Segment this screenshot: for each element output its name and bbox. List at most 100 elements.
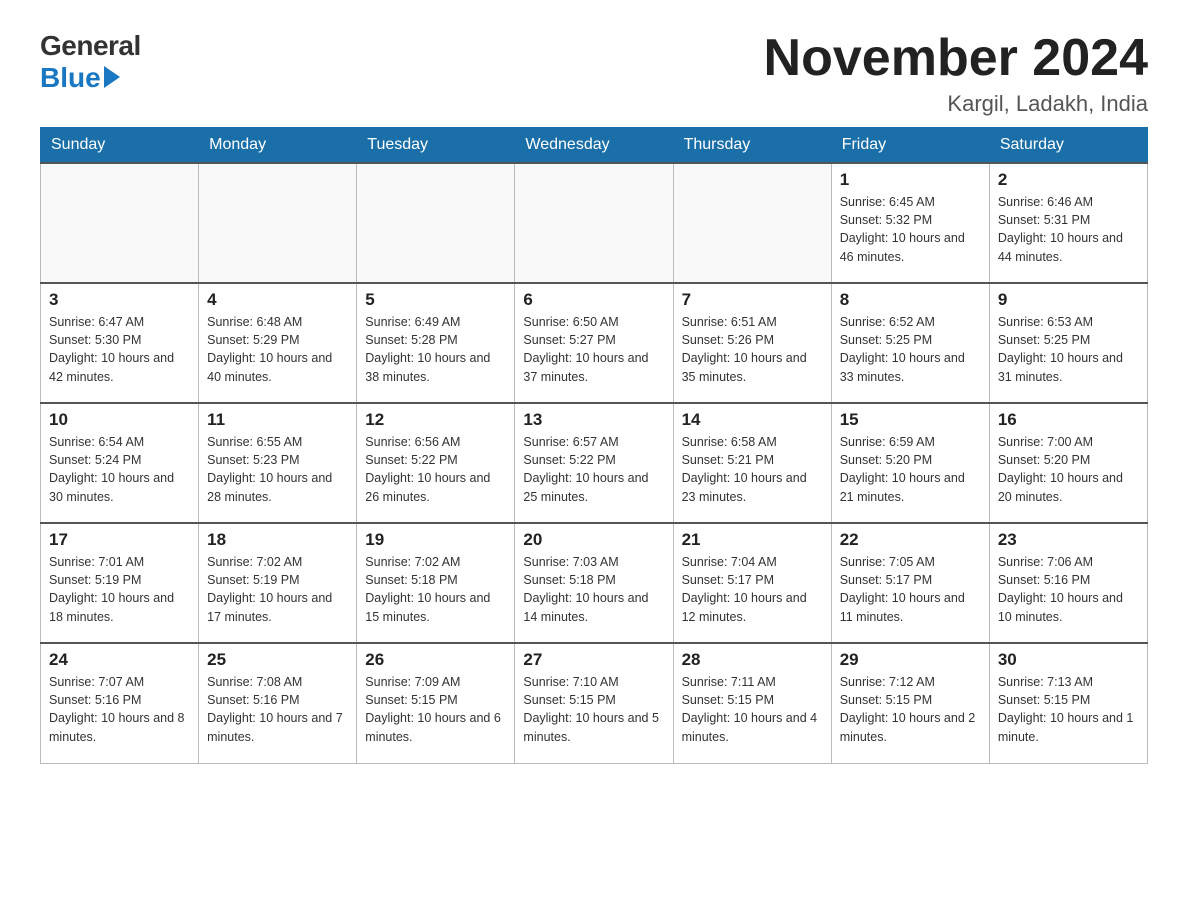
- calendar-cell: 12 Sunrise: 6:56 AMSunset: 5:22 PMDayligh…: [357, 403, 515, 523]
- day-number: 9: [998, 290, 1139, 310]
- calendar-cell: [515, 163, 673, 283]
- calendar-cell: [357, 163, 515, 283]
- calendar-table: SundayMondayTuesdayWednesdayThursdayFrid…: [40, 127, 1148, 764]
- weekday-header-thursday: Thursday: [673, 128, 831, 164]
- day-number: 26: [365, 650, 506, 670]
- calendar-cell: 21 Sunrise: 7:04 AMSunset: 5:17 PMDayligh…: [673, 523, 831, 643]
- day-info: Sunrise: 7:04 AMSunset: 5:17 PMDaylight:…: [682, 553, 823, 626]
- logo-blue-text: Blue: [40, 62, 101, 94]
- calendar-cell: [673, 163, 831, 283]
- week-row-3: 10 Sunrise: 6:54 AMSunset: 5:24 PMDayligh…: [41, 403, 1148, 523]
- day-info: Sunrise: 6:56 AMSunset: 5:22 PMDaylight:…: [365, 433, 506, 506]
- day-number: 30: [998, 650, 1139, 670]
- day-number: 14: [682, 410, 823, 430]
- day-info: Sunrise: 7:12 AMSunset: 5:15 PMDaylight:…: [840, 673, 981, 746]
- day-info: Sunrise: 7:10 AMSunset: 5:15 PMDaylight:…: [523, 673, 664, 746]
- day-info: Sunrise: 6:46 AMSunset: 5:31 PMDaylight:…: [998, 193, 1139, 266]
- calendar-cell: 22 Sunrise: 7:05 AMSunset: 5:17 PMDayligh…: [831, 523, 989, 643]
- calendar-cell: 23Sunrise: 7:06 AMSunset: 5:16 PMDayligh…: [989, 523, 1147, 643]
- day-info: Sunrise: 6:49 AMSunset: 5:28 PMDaylight:…: [365, 313, 506, 386]
- day-number: 15: [840, 410, 981, 430]
- day-number: 20: [523, 530, 664, 550]
- title-block: November 2024 Kargil, Ladakh, India: [764, 30, 1148, 117]
- day-number: 16: [998, 410, 1139, 430]
- calendar-cell: 26 Sunrise: 7:09 AMSunset: 5:15 PMDayligh…: [357, 643, 515, 763]
- logo-triangle-icon: [104, 66, 120, 88]
- day-number: 13: [523, 410, 664, 430]
- day-number: 3: [49, 290, 190, 310]
- day-info: Sunrise: 7:09 AMSunset: 5:15 PMDaylight:…: [365, 673, 506, 746]
- day-info: Sunrise: 7:01 AMSunset: 5:19 PMDaylight:…: [49, 553, 190, 626]
- day-number: 12: [365, 410, 506, 430]
- day-number: 18: [207, 530, 348, 550]
- calendar-cell: 24Sunrise: 7:07 AMSunset: 5:16 PMDayligh…: [41, 643, 199, 763]
- day-info: Sunrise: 6:47 AMSunset: 5:30 PMDaylight:…: [49, 313, 190, 386]
- day-number: 25: [207, 650, 348, 670]
- calendar-cell: 5Sunrise: 6:49 AMSunset: 5:28 PMDaylight…: [357, 283, 515, 403]
- week-row-4: 17 Sunrise: 7:01 AMSunset: 5:19 PMDayligh…: [41, 523, 1148, 643]
- day-info: Sunrise: 6:52 AMSunset: 5:25 PMDaylight:…: [840, 313, 981, 386]
- day-info: Sunrise: 6:54 AMSunset: 5:24 PMDaylight:…: [49, 433, 190, 506]
- calendar-cell: 4Sunrise: 6:48 AMSunset: 5:29 PMDaylight…: [199, 283, 357, 403]
- calendar-cell: 14 Sunrise: 6:58 AMSunset: 5:21 PMDayligh…: [673, 403, 831, 523]
- day-info: Sunrise: 6:53 AMSunset: 5:25 PMDaylight:…: [998, 313, 1139, 386]
- day-info: Sunrise: 7:03 AMSunset: 5:18 PMDaylight:…: [523, 553, 664, 626]
- calendar-cell: 18 Sunrise: 7:02 AMSunset: 5:19 PMDayligh…: [199, 523, 357, 643]
- day-info: Sunrise: 7:06 AMSunset: 5:16 PMDaylight:…: [998, 553, 1139, 626]
- day-number: 21: [682, 530, 823, 550]
- day-info: Sunrise: 6:58 AMSunset: 5:21 PMDaylight:…: [682, 433, 823, 506]
- day-info: Sunrise: 6:55 AMSunset: 5:23 PMDaylight:…: [207, 433, 348, 506]
- calendar-cell: 29 Sunrise: 7:12 AMSunset: 5:15 PMDayligh…: [831, 643, 989, 763]
- calendar-cell: 7 Sunrise: 6:51 AMSunset: 5:26 PMDaylight…: [673, 283, 831, 403]
- day-number: 7: [682, 290, 823, 310]
- month-year-title: November 2024: [764, 30, 1148, 87]
- day-number: 22: [840, 530, 981, 550]
- weekday-header-wednesday: Wednesday: [515, 128, 673, 164]
- day-info: Sunrise: 6:51 AMSunset: 5:26 PMDaylight:…: [682, 313, 823, 386]
- calendar-cell: 3 Sunrise: 6:47 AMSunset: 5:30 PMDaylight…: [41, 283, 199, 403]
- logo-general-text: General: [40, 30, 141, 62]
- day-info: Sunrise: 6:45 AMSunset: 5:32 PMDaylight:…: [840, 193, 981, 266]
- calendar-cell: 16 Sunrise: 7:00 AMSunset: 5:20 PMDayligh…: [989, 403, 1147, 523]
- location-subtitle: Kargil, Ladakh, India: [764, 91, 1148, 117]
- day-info: Sunrise: 6:50 AMSunset: 5:27 PMDaylight:…: [523, 313, 664, 386]
- day-info: Sunrise: 7:00 AMSunset: 5:20 PMDaylight:…: [998, 433, 1139, 506]
- day-number: 8: [840, 290, 981, 310]
- weekday-header-saturday: Saturday: [989, 128, 1147, 164]
- calendar-cell: 8 Sunrise: 6:52 AMSunset: 5:25 PMDaylight…: [831, 283, 989, 403]
- week-row-5: 24Sunrise: 7:07 AMSunset: 5:16 PMDayligh…: [41, 643, 1148, 763]
- day-number: 28: [682, 650, 823, 670]
- day-number: 2: [998, 170, 1139, 190]
- week-row-1: 1Sunrise: 6:45 AMSunset: 5:32 PMDaylight…: [41, 163, 1148, 283]
- day-number: 17: [49, 530, 190, 550]
- day-info: Sunrise: 7:08 AMSunset: 5:16 PMDaylight:…: [207, 673, 348, 746]
- calendar-cell: 10 Sunrise: 6:54 AMSunset: 5:24 PMDayligh…: [41, 403, 199, 523]
- day-info: Sunrise: 6:57 AMSunset: 5:22 PMDaylight:…: [523, 433, 664, 506]
- page-header: General Blue November 2024 Kargil, Ladak…: [40, 30, 1148, 117]
- day-info: Sunrise: 7:02 AMSunset: 5:19 PMDaylight:…: [207, 553, 348, 626]
- weekday-header-friday: Friday: [831, 128, 989, 164]
- day-number: 29: [840, 650, 981, 670]
- calendar-cell: 15 Sunrise: 6:59 AMSunset: 5:20 PMDayligh…: [831, 403, 989, 523]
- day-number: 6: [523, 290, 664, 310]
- calendar-cell: 1Sunrise: 6:45 AMSunset: 5:32 PMDaylight…: [831, 163, 989, 283]
- day-number: 27: [523, 650, 664, 670]
- logo: General Blue: [40, 30, 141, 94]
- day-number: 4: [207, 290, 348, 310]
- calendar-cell: 17 Sunrise: 7:01 AMSunset: 5:19 PMDayligh…: [41, 523, 199, 643]
- day-number: 24: [49, 650, 190, 670]
- day-number: 10: [49, 410, 190, 430]
- calendar-cell: 27 Sunrise: 7:10 AMSunset: 5:15 PMDayligh…: [515, 643, 673, 763]
- calendar-cell: 11Sunrise: 6:55 AMSunset: 5:23 PMDayligh…: [199, 403, 357, 523]
- week-row-2: 3 Sunrise: 6:47 AMSunset: 5:30 PMDaylight…: [41, 283, 1148, 403]
- day-info: Sunrise: 7:13 AMSunset: 5:15 PMDaylight:…: [998, 673, 1139, 746]
- calendar-cell: 28Sunrise: 7:11 AMSunset: 5:15 PMDayligh…: [673, 643, 831, 763]
- calendar-cell: 20 Sunrise: 7:03 AMSunset: 5:18 PMDayligh…: [515, 523, 673, 643]
- day-info: Sunrise: 7:02 AMSunset: 5:18 PMDaylight:…: [365, 553, 506, 626]
- day-info: Sunrise: 7:05 AMSunset: 5:17 PMDaylight:…: [840, 553, 981, 626]
- calendar-cell: [199, 163, 357, 283]
- calendar-cell: 6 Sunrise: 6:50 AMSunset: 5:27 PMDaylight…: [515, 283, 673, 403]
- day-info: Sunrise: 6:59 AMSunset: 5:20 PMDaylight:…: [840, 433, 981, 506]
- weekday-header-monday: Monday: [199, 128, 357, 164]
- calendar-cell: 13 Sunrise: 6:57 AMSunset: 5:22 PMDayligh…: [515, 403, 673, 523]
